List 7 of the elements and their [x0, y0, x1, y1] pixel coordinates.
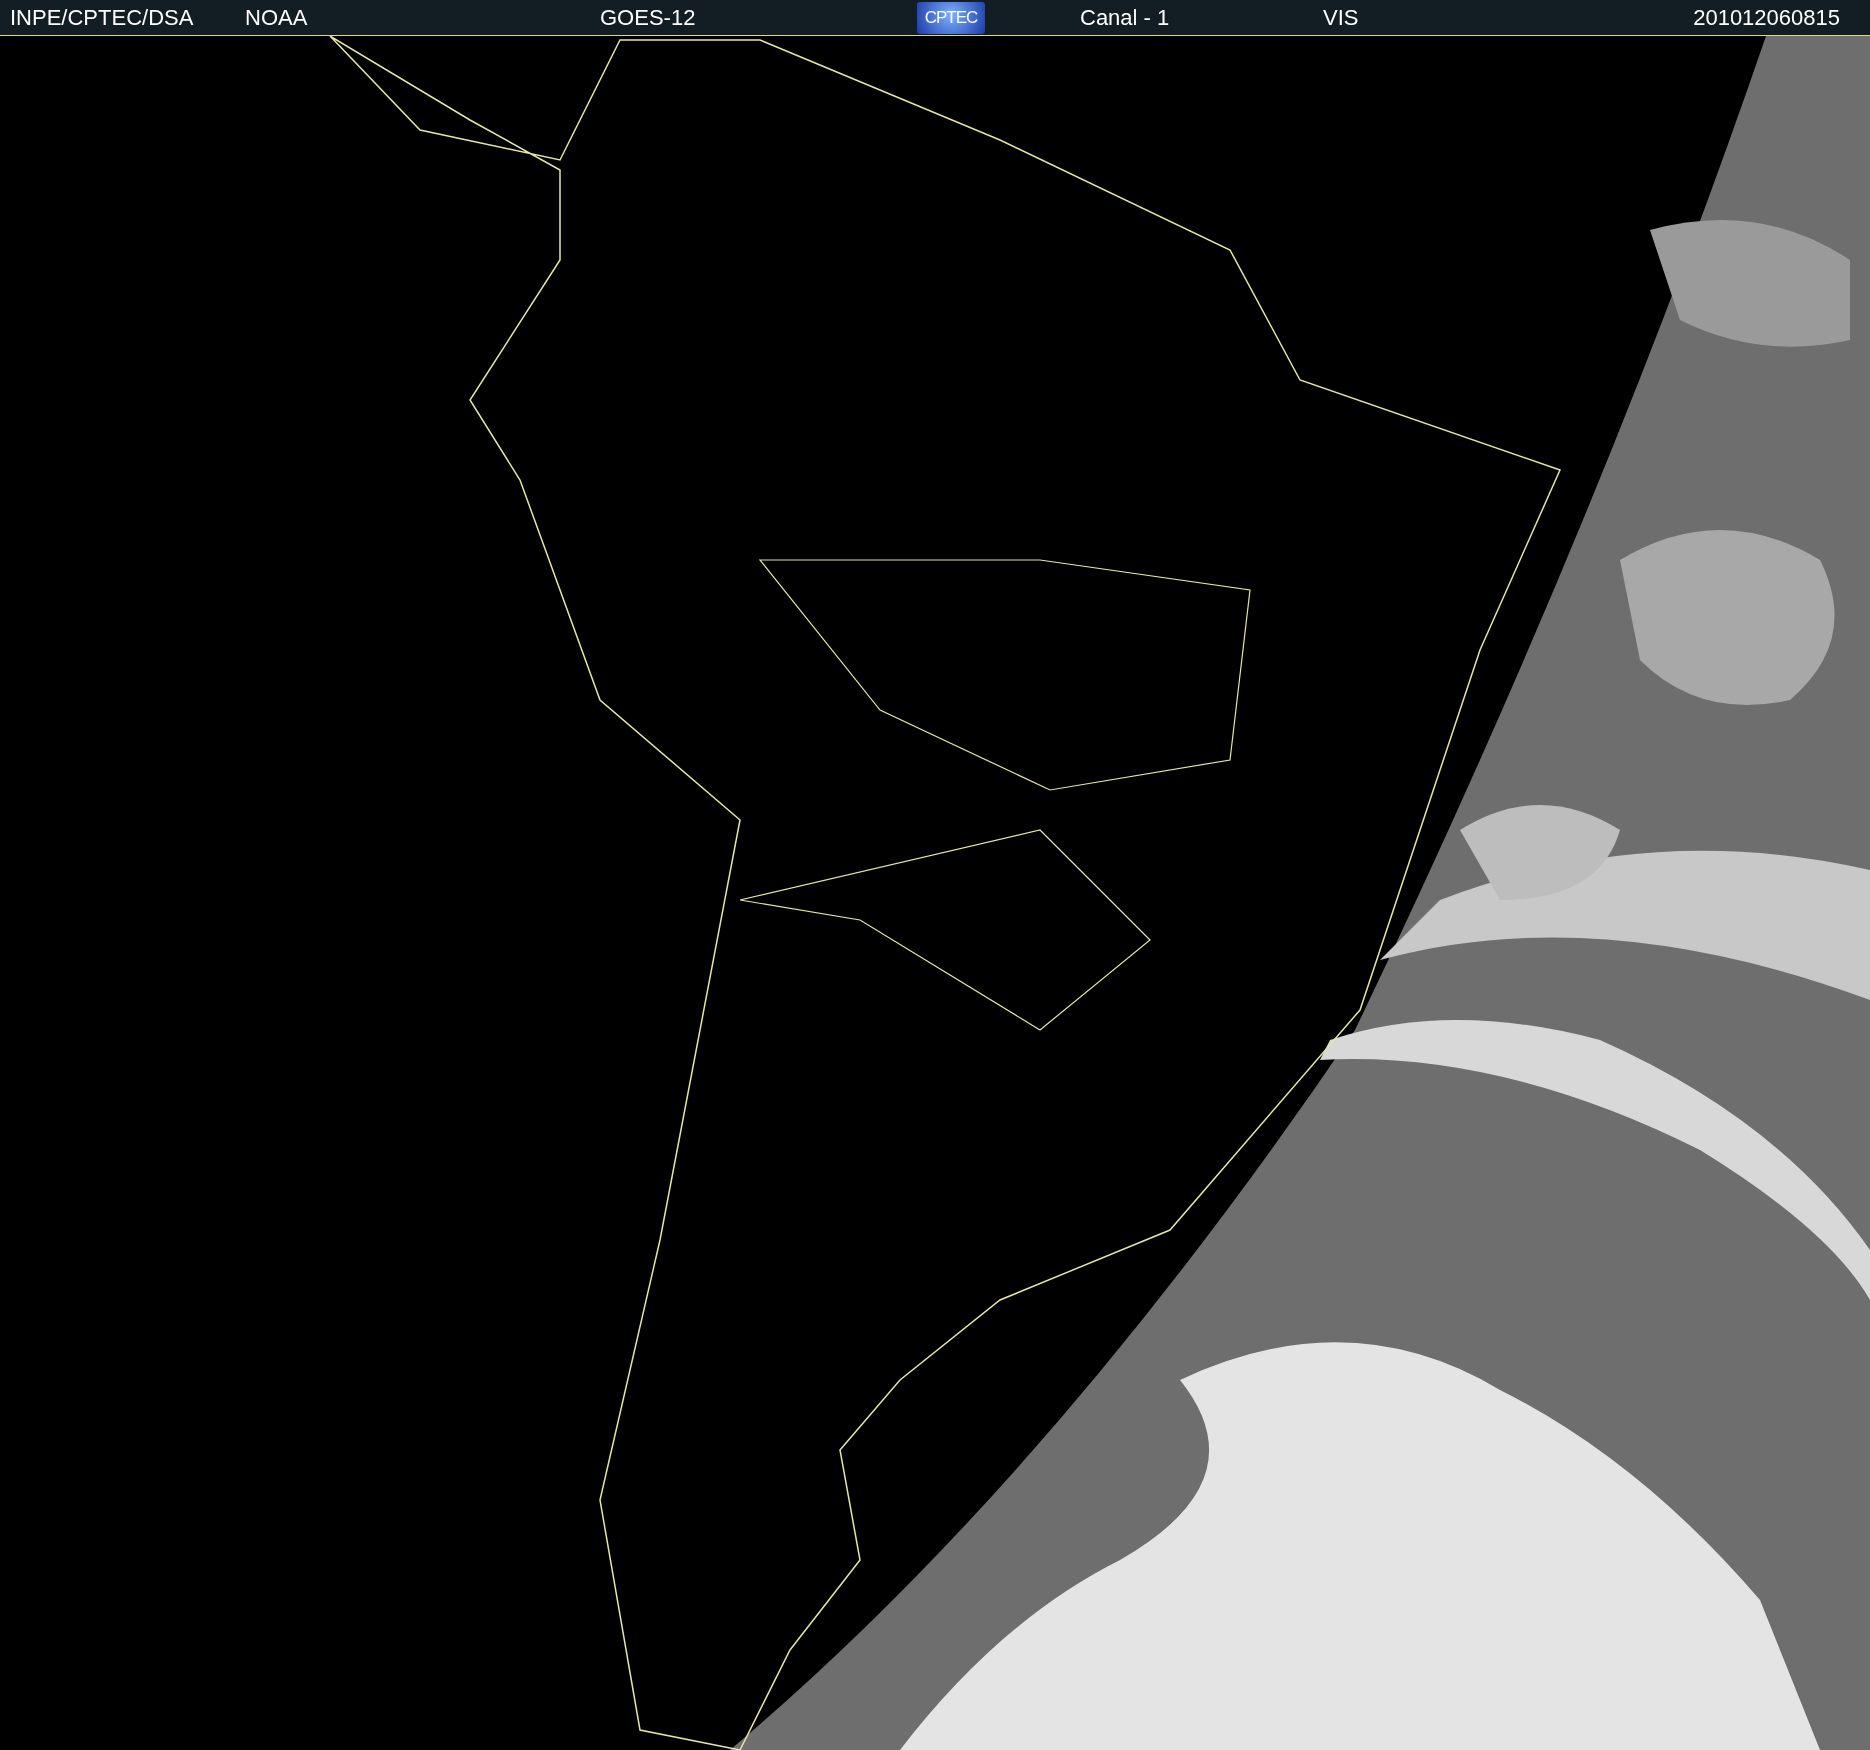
source-label: INPE/CPTEC/DSA [10, 4, 195, 31]
logo: CPTEC [917, 1, 985, 34]
satellite-label: GOES-12 [600, 4, 697, 31]
band-label: VIS [1323, 4, 1360, 31]
agency-label: NOAA [245, 4, 309, 31]
channel-label: Canal - 1 [1080, 4, 1171, 31]
timestamp-label: 201012060815 [1693, 4, 1840, 31]
